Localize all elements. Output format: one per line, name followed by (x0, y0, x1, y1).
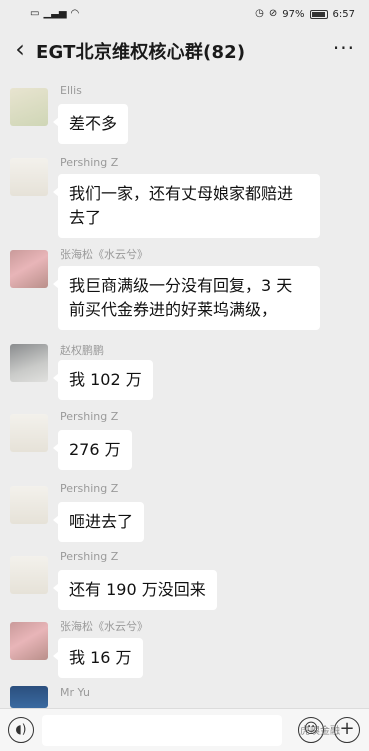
status-right: ◷ ⊘ 97% 6:57 (255, 8, 355, 20)
message-bubble[interactable]: 我 102 万 (53, 360, 153, 400)
sender-name: Mr Yu (60, 686, 90, 699)
message-bubble[interactable]: 还有 190 万没回来 (53, 570, 217, 610)
message-text: 我 102 万 (69, 370, 142, 389)
status-bar: ▭ ▁▃▅ ◠ ◷ ⊘ 97% 6:57 (0, 0, 369, 28)
avatar[interactable] (10, 686, 48, 708)
sender-name: 赵权鹏鹏 (60, 344, 104, 357)
battery-icon (309, 9, 328, 19)
avatar[interactable] (10, 250, 48, 288)
message-bubble[interactable]: 我 16 万 (53, 638, 143, 678)
message-text: 去了 (69, 208, 102, 227)
sender-name: Pershing Z (60, 550, 119, 563)
status-left: ▭ ▁▃▅ ◠ (30, 8, 79, 20)
message-text: 我们一家，还有丈母娘家都赔进 (69, 184, 294, 203)
message-text: 276 万 (69, 440, 121, 459)
clock: 6:57 (332, 8, 355, 20)
message-bubble[interactable]: 咂进去了 (52, 502, 145, 542)
sender-name: Pershing Z (60, 156, 119, 169)
avatar[interactable] (10, 556, 48, 594)
message-text: 我 16 万 (69, 648, 132, 667)
back-button[interactable]: ‹ (8, 34, 32, 66)
avatar[interactable] (10, 158, 48, 196)
voice-icon[interactable]: ◖) (8, 717, 34, 743)
message-text: 我巨商满级一分没有回复，3 天 (69, 276, 293, 295)
title-bar: ‹ EGT北京维权核心群(82) ··· (0, 28, 369, 72)
message-bubble[interactable]: 差不多 (52, 104, 129, 144)
alarm-icon: ◷ (255, 8, 264, 19)
sender-name: 张海松《水云兮》 (60, 248, 148, 261)
message-text: 还有 190 万没回来 (69, 580, 206, 599)
sim-icon: ▭ (30, 8, 40, 19)
message-text: 差不多 (69, 114, 118, 133)
avatar[interactable] (10, 88, 48, 126)
wifi-icon: ◠ (70, 8, 80, 19)
battery-percent: 97% (282, 8, 305, 20)
message-bubble[interactable]: 我巨商满级一分没有回复，3 天 前买代金券进的好莱坞满级， (53, 266, 320, 330)
sender-name: Pershing Z (60, 410, 119, 423)
message-bubble[interactable]: 276 万 (53, 430, 132, 470)
more-options-button[interactable]: ··· (333, 36, 355, 60)
avatar[interactable] (10, 486, 48, 524)
watermark: 虎嗅金融 (300, 726, 340, 737)
signal-icon: ▁▃▅ (43, 8, 67, 19)
mute-icon: ⊘ (268, 8, 278, 19)
sender-name: 张海松《水云兮》 (60, 620, 148, 633)
sender-name: Pershing Z (60, 482, 119, 495)
chat-title: EGT北京维权核心群(82) (36, 42, 246, 63)
message-bubble[interactable]: 我们一家，还有丈母娘家都赔进 去了 (53, 174, 320, 238)
avatar[interactable] (10, 622, 48, 660)
message-input[interactable] (42, 715, 282, 746)
message-text: 咂进去了 (69, 512, 134, 531)
message-text: 前买代金券进的好莱坞满级， (69, 300, 278, 319)
avatar[interactable] (10, 344, 48, 382)
sender-name: Ellis (60, 84, 82, 97)
avatar[interactable] (10, 414, 48, 452)
